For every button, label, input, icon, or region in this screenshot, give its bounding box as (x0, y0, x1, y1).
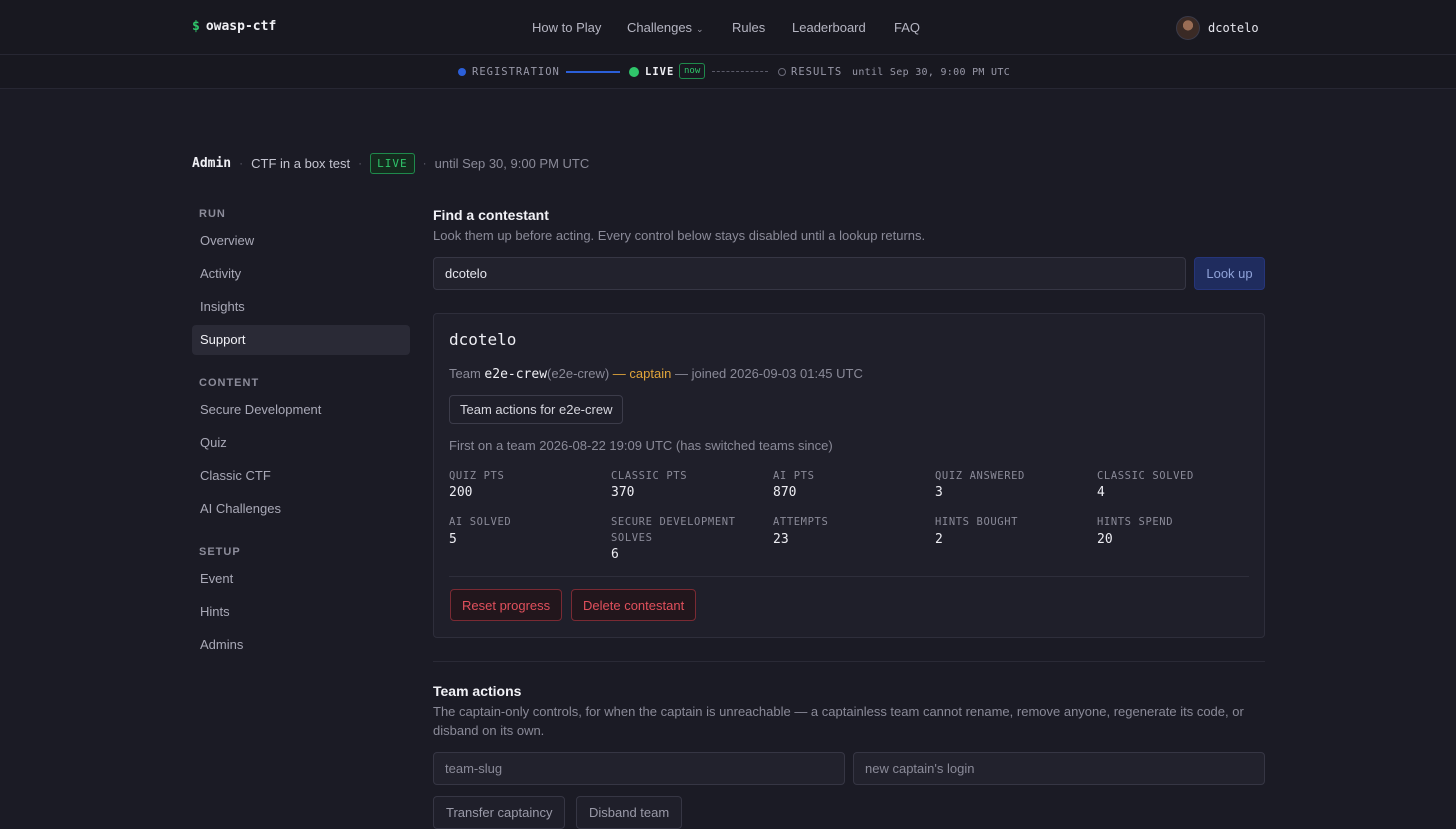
team-joined: — joined 2026-09-03 01:45 UTC (674, 366, 863, 381)
phase-bar (0, 55, 1456, 89)
breadcrumb: Admin · CTF in a box test · LIVE · until… (192, 152, 589, 174)
sidebar-heading-content: CONTENT (199, 377, 260, 389)
stat-value: 2 (935, 532, 943, 547)
first-on-team: First on a team 2026-08-22 19:09 UTC (ha… (449, 438, 833, 453)
user-menu[interactable]: dcotelo (1176, 15, 1259, 40)
breadcrumb-admin: Admin (192, 155, 232, 171)
stat-value: 870 (773, 485, 797, 500)
transfer-captaincy-button[interactable]: Transfer captaincy (433, 796, 566, 829)
stat-value: 23 (773, 532, 789, 547)
breadcrumb-separator: · (358, 156, 363, 170)
phase-live: LIVE (645, 66, 675, 78)
sidebar-item-insights[interactable]: Insights (192, 292, 410, 322)
team-actions-title: Team actions (433, 683, 522, 699)
top-nav: $ owasp-ctf How to Play Challenges ⌄ Rules… (0, 0, 1456, 55)
delete-contestant-button[interactable]: Delete contestant (571, 589, 697, 621)
contestant-team-line: Team e2e-crew(e2e-crew) — captain — join… (449, 366, 863, 382)
find-contestant-title: Find a contestant (433, 207, 549, 223)
sidebar-item-admins[interactable]: Admins (192, 630, 410, 660)
reset-progress-button[interactable]: Reset progress (450, 589, 563, 621)
sidebar-item-ai-challenges[interactable]: AI Challenges (192, 494, 410, 524)
sidebar-item-activity[interactable]: Activity (192, 259, 410, 289)
nav-challenges-label: Challenges (627, 20, 693, 35)
disband-team-button[interactable]: Disband team (576, 796, 683, 829)
stat-label: CLASSIC PTS (611, 470, 688, 482)
lookup-button[interactable]: Look up (1194, 257, 1265, 290)
sidebar-item-classic-ctf[interactable]: Classic CTF (192, 461, 410, 491)
sidebar-item-secure-development[interactable]: Secure Development (192, 395, 410, 425)
status-badge: LIVE (370, 152, 415, 174)
sidebar-heading-setup: SETUP (199, 546, 241, 558)
nav-rules[interactable]: Rules (732, 20, 765, 35)
breadcrumb-until: until Sep 30, 9:00 PM UTC (434, 155, 590, 171)
team-slug-input[interactable] (433, 752, 845, 785)
phase-results: RESULTS (791, 66, 843, 78)
phase-registration: REGISTRATION (472, 66, 560, 78)
nav-faq[interactable]: FAQ (894, 20, 920, 35)
contestant-login: dcotelo (449, 330, 517, 349)
phase-until: until Sep 30, 9:00 PM UTC (852, 67, 1011, 78)
stat-label: QUIZ PTS (449, 470, 505, 482)
stat-label: AI SOLVED (449, 516, 512, 528)
phase-progress-line (566, 71, 620, 73)
stat-value: 370 (611, 485, 635, 500)
results-dot-icon (778, 68, 786, 76)
avatar (1176, 15, 1200, 40)
stat-label: HINTS SPEND (1097, 516, 1174, 528)
phase-pending-line (712, 71, 768, 72)
sidebar-item-overview[interactable]: Overview (192, 226, 410, 256)
team-slug: (e2e-crew) (547, 366, 610, 381)
nav-how-to-play[interactable]: How to Play (532, 20, 601, 35)
stat-label: QUIZ ANSWERED (935, 470, 1025, 482)
registration-dot-icon (458, 68, 466, 76)
breadcrumb-separator: · (239, 156, 244, 170)
breadcrumb-event: CTF in a box test (251, 155, 351, 171)
stat-label: AI PTS (773, 470, 815, 482)
now-badge: now (679, 63, 706, 79)
stat-value: 20 (1097, 532, 1113, 547)
team-actions-button[interactable]: Team actions for e2e-crew (449, 395, 624, 424)
nav-leaderboard[interactable]: Leaderboard (792, 20, 866, 35)
sidebar-heading-run: RUN (199, 208, 226, 220)
sidebar-item-event[interactable]: Event (192, 564, 410, 594)
sidebar-item-hints[interactable]: Hints (192, 597, 410, 627)
stat-label: CLASSIC SOLVED (1097, 470, 1194, 482)
team-actions-description: The captain-only controls, for when the … (433, 704, 1244, 738)
stat-value: 5 (449, 532, 457, 547)
find-contestant-description: Look them up before acting. Every contro… (433, 228, 926, 243)
team-prefix: Team (449, 366, 481, 381)
section-divider (433, 661, 1265, 662)
team-name: e2e-crew (484, 367, 548, 382)
team-role: — captain (612, 366, 672, 381)
stat-value: 4 (1097, 485, 1105, 500)
breadcrumb-separator: · (422, 156, 427, 170)
nav-challenges[interactable]: Challenges ⌄ (627, 20, 704, 35)
stat-value: 6 (611, 547, 619, 562)
stat-label: HINTS BOUGHT (935, 516, 1019, 528)
sidebar-item-support[interactable]: Support (192, 325, 410, 355)
card-divider (449, 576, 1249, 577)
stat-value: 200 (449, 485, 473, 500)
stat-value: 3 (935, 485, 943, 500)
stat-label: ATTEMPTS (773, 516, 829, 528)
stat-label: SECURE DEVELOPMENT SOLVES (611, 516, 736, 544)
user-login: dcotelo (1208, 20, 1259, 35)
new-captain-input[interactable] (853, 752, 1265, 785)
contestant-search-input[interactable] (433, 257, 1186, 290)
live-dot-icon (629, 67, 639, 77)
sidebar-item-quiz[interactable]: Quiz (192, 428, 410, 458)
chevron-down-icon: ⌄ (696, 24, 704, 34)
